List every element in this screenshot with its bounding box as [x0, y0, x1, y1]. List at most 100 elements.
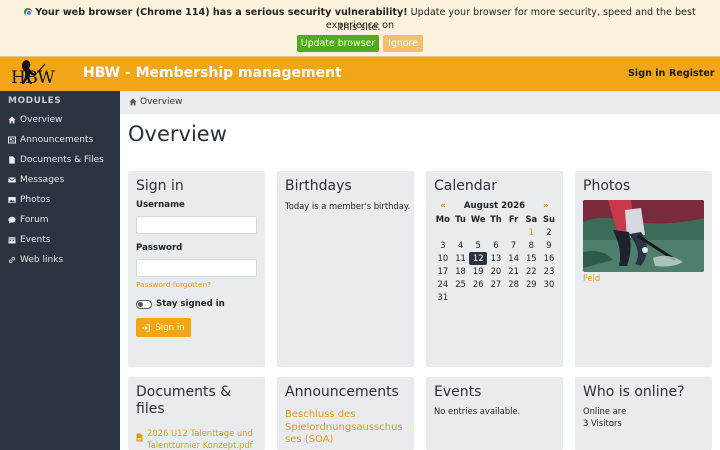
calendar-empty-cell: [487, 226, 505, 239]
announcement-link-line1: Beschluss des: [285, 409, 356, 420]
sidebar-item-events[interactable]: Events: [8, 233, 50, 247]
pdf-file-icon: [136, 433, 143, 442]
calendar-weekday: Su: [542, 214, 555, 224]
sidebar-item-overview[interactable]: Overview: [8, 113, 62, 127]
sidebar-item-label: Announcements: [20, 135, 94, 145]
chrome-icon: [24, 8, 33, 16]
calendar-day[interactable]: 19: [469, 265, 487, 278]
home-icon[interactable]: [129, 98, 137, 106]
sidebar-item-label: Forum: [20, 215, 49, 225]
username-input[interactable]: [136, 216, 257, 234]
calendar-weekday: Sa: [525, 214, 538, 224]
breadcrumb: Overview: [120, 91, 720, 114]
sidebar-item-label: Photos: [20, 195, 51, 205]
calendar-empty-cell: [434, 226, 452, 239]
signin-button[interactable]: Sign in: [136, 318, 191, 337]
page-title: Overview: [128, 122, 227, 146]
username-label: Username: [136, 200, 185, 210]
calendar-day[interactable]: 30: [540, 278, 558, 291]
calendar-day[interactable]: 31: [434, 291, 452, 304]
calendar-weekday-row: Mo Tu We Th Fr Sa Su: [434, 213, 558, 226]
photos-card-title: Photos: [583, 178, 631, 194]
header-signin-link[interactable]: Sign in: [628, 68, 665, 79]
calendar-day[interactable]: 8: [522, 239, 540, 252]
app-title: HBW - Membership management: [83, 65, 342, 81]
photo-caption[interactable]: Feld: [583, 273, 600, 283]
calendar-week-row: 31: [434, 291, 558, 304]
calendar-day[interactable]: 23: [540, 265, 558, 278]
calendar-next-button[interactable]: »: [543, 201, 549, 211]
ignore-button[interactable]: Ignore: [383, 35, 423, 52]
calendar-day[interactable]: 2: [540, 226, 558, 239]
calendar-day[interactable]: 25: [452, 278, 470, 291]
calendar-empty-cell: [505, 226, 523, 239]
calendar-weekday: Tu: [455, 214, 466, 224]
sidebar-item-announcements[interactable]: Announcements: [8, 133, 93, 147]
warning-text-line2: this site.: [339, 22, 381, 33]
calendar-week-row: 3456789: [434, 239, 558, 252]
documents-title-line1: Documents &: [136, 384, 232, 400]
birthdays-card: Birthdays Today is a member's birthday.: [277, 171, 414, 367]
hbw-logo[interactable]: HBW: [8, 59, 66, 89]
sidebar-item-photos[interactable]: Photos: [8, 193, 50, 207]
calendar-day[interactable]: 12: [469, 252, 488, 265]
calendar-empty-cell: [540, 291, 558, 304]
events-text: No entries available.: [434, 406, 521, 416]
header-register-link[interactable]: Register: [669, 68, 715, 79]
document-link-line2: Talentturnier Konzept.pdf: [147, 440, 253, 450]
calendar-day[interactable]: 14: [505, 252, 523, 265]
hockey-photo[interactable]: [583, 200, 704, 272]
sidebar-item-weblinks[interactable]: Web links: [8, 253, 63, 267]
calendar-weekday: Th: [490, 214, 502, 224]
password-input[interactable]: [136, 259, 257, 277]
calendar-empty-cell: [487, 291, 505, 304]
calendar-prev-button[interactable]: «: [440, 201, 446, 211]
calendar-weekday: Fr: [508, 214, 519, 224]
calendar-day[interactable]: 21: [505, 265, 523, 278]
sidebar-item-label: Messages: [20, 175, 65, 185]
calendar-day[interactable]: 18: [452, 265, 470, 278]
calendar-day[interactable]: 22: [522, 265, 540, 278]
calendar-day[interactable]: 26: [469, 278, 487, 291]
calendar-day[interactable]: 9: [540, 239, 558, 252]
image-icon: [8, 196, 16, 204]
newspaper-icon: [8, 136, 16, 144]
sidebar-item-forum[interactable]: Forum: [8, 213, 49, 227]
photos-card: Photos Feld: [575, 171, 712, 367]
sidebar-item-messages[interactable]: Messages: [8, 173, 64, 187]
calendar-day[interactable]: 3: [434, 239, 452, 252]
calendar-week-row: 17 18 19 20 21 22 23: [434, 265, 558, 278]
calendar-day[interactable]: 15: [522, 252, 540, 265]
password-forgotten-link[interactable]: Password forgotten?: [136, 280, 211, 289]
stay-signed-in-label: Stay signed in: [156, 299, 225, 309]
update-browser-button[interactable]: Update browser: [297, 35, 379, 52]
password-label: Password: [136, 243, 183, 253]
sidebar-item-label: Web links: [20, 255, 64, 265]
sidebar-item-documents[interactable]: Documents & Files: [8, 153, 104, 167]
calendar-day[interactable]: 29: [522, 278, 540, 291]
document-link[interactable]: 2026 U12 Talenttage und Talentturnier Ko…: [147, 427, 253, 450]
announcements-card: Announcements Beschluss des Spielordnung…: [277, 377, 414, 450]
calendar-day[interactable]: 10: [434, 252, 452, 265]
calendar-day[interactable]: 27: [487, 278, 505, 291]
calendar-day[interactable]: 16: [540, 252, 558, 265]
announcement-link-line2: Spielordnungsausschus: [285, 421, 403, 433]
calendar-day[interactable]: 28: [505, 278, 523, 291]
calendar-day[interactable]: 1: [522, 226, 540, 239]
sidebar-item-label: Overview: [20, 115, 63, 125]
signin-arrow-icon: [142, 323, 150, 332]
announcement-link[interactable]: Beschluss des Spielordnungsausschus ses …: [285, 409, 403, 447]
chat-icon: [8, 216, 16, 224]
calendar-day[interactable]: 5: [469, 239, 487, 252]
calendar-day[interactable]: 24: [434, 278, 452, 291]
calendar-day[interactable]: 11: [452, 252, 470, 265]
calendar-day[interactable]: 6: [487, 239, 505, 252]
calendar-day[interactable]: 13: [487, 252, 505, 265]
calendar-day[interactable]: 20: [487, 265, 505, 278]
calendar-empty-cell: [469, 226, 487, 239]
stay-signed-in-toggle[interactable]: [136, 300, 152, 309]
calendar-day[interactable]: 4: [452, 239, 470, 252]
birthdays-card-title: Birthdays: [285, 178, 352, 194]
calendar-day[interactable]: 17: [434, 265, 452, 278]
calendar-day[interactable]: 7: [505, 239, 523, 252]
